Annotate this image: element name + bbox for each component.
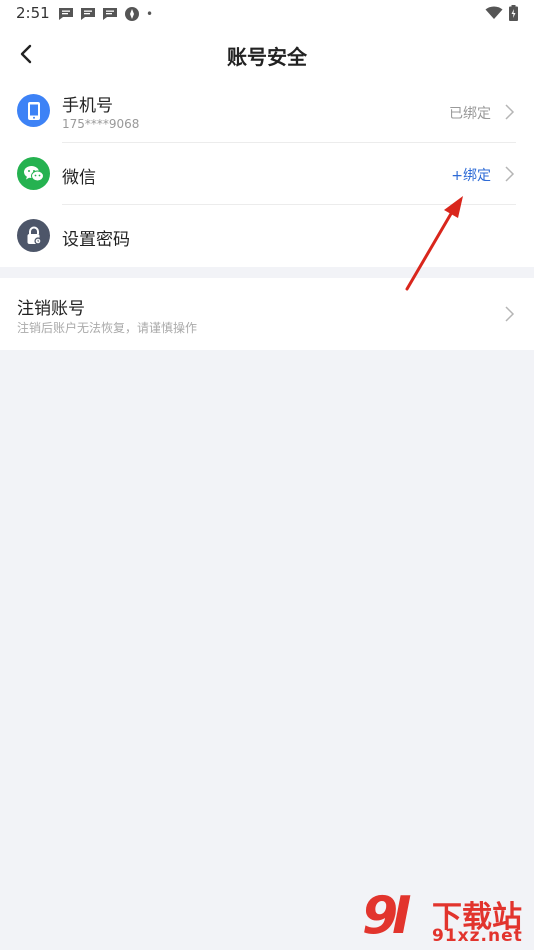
more-notifications-dot: • bbox=[146, 7, 154, 21]
vpn-icon bbox=[125, 7, 139, 21]
phone-status: 已绑定 bbox=[449, 106, 491, 122]
wechat-icon bbox=[17, 157, 50, 190]
phone-row[interactable]: 手机号 175****9068 已绑定 bbox=[0, 80, 534, 142]
battery-icon bbox=[509, 5, 518, 21]
wechat-label: 微信 bbox=[62, 168, 96, 188]
set-password-label: 设置密码 bbox=[62, 230, 130, 250]
message-icon bbox=[59, 8, 73, 20]
phone-label: 手机号 bbox=[62, 96, 113, 116]
site-watermark: 9I 下载站 91xz.net bbox=[360, 884, 530, 950]
lock-icon bbox=[17, 219, 50, 252]
watermark-logo: 9I bbox=[362, 886, 411, 946]
notification-icons: • bbox=[58, 6, 153, 22]
watermark-url: 91xz.net bbox=[432, 926, 523, 946]
status-time: 2:51 bbox=[16, 4, 50, 22]
nav-bar: 账号安全 bbox=[0, 28, 534, 80]
phone-number: 175****9068 bbox=[62, 117, 140, 131]
wifi-icon bbox=[485, 6, 503, 19]
page-title: 账号安全 bbox=[227, 45, 307, 69]
cancel-account-title: 注销账号 bbox=[17, 299, 85, 319]
chevron-right-icon bbox=[505, 306, 515, 322]
wechat-row[interactable]: 微信 +绑定 bbox=[0, 143, 534, 205]
set-password-row[interactable]: 设置密码 bbox=[0, 205, 534, 267]
status-bar: 2:51 • bbox=[0, 0, 534, 28]
message-icon bbox=[81, 8, 95, 20]
system-icons bbox=[485, 5, 518, 21]
wechat-bind-button[interactable]: +绑定 bbox=[451, 165, 491, 185]
chevron-right-icon bbox=[505, 104, 515, 120]
message-icon bbox=[103, 8, 117, 20]
account-binding-list: 手机号 175****9068 已绑定 微信 +绑定 设置密码 bbox=[0, 80, 534, 267]
phone-icon bbox=[17, 94, 50, 127]
cancel-account-subtitle: 注销后账户无法恢复，请谨慎操作 bbox=[17, 321, 198, 335]
cancel-account-row[interactable]: 注销账号 注销后账户无法恢复，请谨慎操作 bbox=[0, 278, 534, 350]
chevron-right-icon bbox=[505, 166, 515, 182]
